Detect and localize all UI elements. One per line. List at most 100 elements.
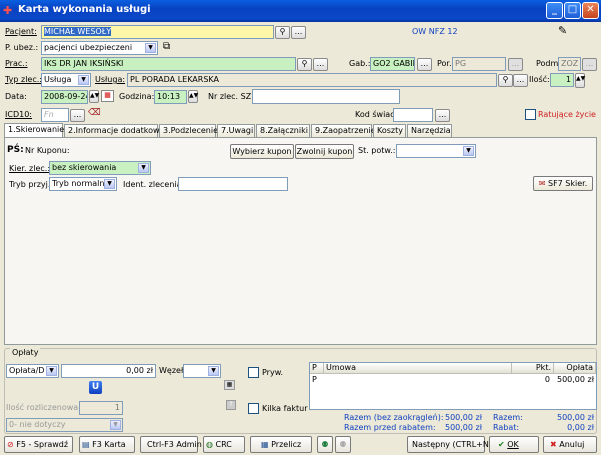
tab-zalaczniki[interactable]: 8.Załączniki — [256, 124, 310, 137]
oplata-kwota-field[interactable]: 0,00 zł — [61, 364, 156, 378]
por-dots-button[interactable]: ... — [508, 58, 523, 71]
data-spinner[interactable]: ▲▼ — [89, 90, 99, 103]
icd-field[interactable]: Fn — [41, 108, 69, 122]
title-bar: ✚ Karta wykonania usługi _ □ ✕ — [0, 0, 601, 22]
f3-karta-button[interactable]: ▤ F3 Karta — [79, 436, 135, 453]
prac-dots-button[interactable]: ... — [313, 58, 328, 71]
usluga-search-icon[interactable]: ⚲ — [498, 74, 513, 87]
nrkuponu-label: Nr Kuponu: — [25, 146, 70, 155]
rabat-label: Rabat: — [493, 423, 520, 432]
chevron-down-icon: ▼ — [78, 75, 89, 85]
kilka-faktur-label: Kilka faktur — [262, 404, 308, 413]
oplata-type-select[interactable]: Opłata/D ▼ — [6, 364, 59, 378]
grid-cell-p: P — [312, 375, 317, 384]
razem-przed-label: Razem przed rabatem: — [344, 423, 436, 432]
nrzlec-field[interactable] — [252, 89, 400, 104]
pacjent-field[interactable]: MICHAŁ WESOŁY — [41, 25, 274, 39]
grid-header-umowa[interactable]: Umowa — [324, 363, 512, 374]
wezel-label: Węzeł: — [159, 366, 186, 375]
nastepny-button[interactable]: Następny (CTRL+N) — [407, 436, 492, 453]
f5-sprawdz-button[interactable]: ⊘ F5 - Sprawdź — [4, 436, 73, 453]
close-button[interactable]: ✕ — [582, 2, 599, 19]
zwolnij-kupon-button[interactable]: Zwolnij kupon — [295, 144, 354, 159]
edit-note-icon[interactable]: ✎ — [558, 24, 567, 37]
table-row[interactable]: P 0 500,00 zł — [310, 374, 596, 384]
stop-icon: ⊘ — [7, 440, 14, 449]
add-user-button[interactable]: ⚉ — [317, 436, 333, 453]
ratujace-checkbox[interactable] — [525, 109, 536, 120]
razem-przed-value: 500,00 zł — [444, 423, 482, 432]
calendar-icon[interactable]: ▦ — [101, 90, 114, 102]
usluga-field[interactable]: PL PORADA LEKARSKA — [127, 73, 497, 87]
por-label: Por. — [437, 59, 452, 68]
pacjent-label: Pacjent: — [5, 27, 37, 36]
icd-dots-button[interactable]: ... — [70, 109, 85, 122]
maximize-button[interactable]: □ — [564, 2, 581, 19]
stpotw-select[interactable]: ▼ — [396, 144, 476, 158]
pacjent-dots-button[interactable]: ... — [291, 26, 306, 39]
copy-icon[interactable]: ⧉ — [163, 41, 170, 52]
chevron-down-icon: ▼ — [104, 179, 115, 189]
kier-select[interactable]: bez skierowania ▼ — [49, 161, 151, 175]
usluga-label: Usługa: — [95, 75, 126, 84]
chevron-down-icon: ▼ — [110, 420, 121, 430]
gab-dots-button[interactable]: ... — [417, 58, 432, 71]
checkmark-icon: ✔ — [498, 440, 505, 449]
kier-label: Kier. zlec.: — [9, 164, 51, 173]
chevron-down-icon: ▼ — [208, 366, 219, 376]
prac-field[interactable]: IKS DR JAN IKSIŃSKI — [41, 57, 296, 71]
typ-select[interactable]: Usługa ▼ — [41, 73, 91, 87]
grid-header-oplata[interactable]: Opłata — [554, 363, 596, 374]
tab-informacje[interactable]: 2.Informacje dodatkowe — [64, 124, 165, 137]
ilosc-label: Ilość: — [529, 75, 550, 84]
gab-field[interactable]: GO2 GABIN — [370, 57, 415, 71]
u-button[interactable]: U — [89, 381, 102, 394]
wybierz-kupon-button[interactable]: Wybierz kupon — [230, 144, 294, 159]
tab-koszty[interactable]: Koszty — [373, 124, 406, 137]
rabat-value: 0,00 zł — [567, 423, 594, 432]
pubezp-select[interactable]: pacjenci ubezpieczeni ▼ — [41, 41, 158, 55]
calculator-icon[interactable]: ▦ — [224, 380, 235, 390]
godzina-field[interactable]: 10:13 — [154, 90, 187, 104]
usluga-dots-button[interactable]: ... — [513, 74, 528, 87]
help-icon[interactable]: ? — [226, 400, 236, 410]
podm-field[interactable]: ZOZ — [558, 57, 581, 71]
ratujace-label: Ratujące życie — [538, 110, 596, 119]
tab-podzlecenie[interactable]: 3.Podzlecenie — [159, 124, 218, 137]
stpotw-label: St. potw.: — [358, 146, 396, 155]
ctrl-f3-admin-button[interactable]: Ctrl-F3 Admin — [140, 436, 202, 453]
por-field[interactable]: PG — [452, 57, 506, 71]
tab-skierowanie[interactable]: 1.Skierowanie — [4, 123, 64, 138]
tab-zaopatrzenie[interactable]: 9.Zaopatrzenie — [311, 124, 376, 137]
grid-header-p[interactable]: P — [310, 363, 324, 374]
tab-panel-skierowanie: PŚ: Nr Kuponu: Wybierz kupon Zwolnij kup… — [4, 137, 597, 345]
ilosc-spinner[interactable]: ▲▼ — [575, 73, 585, 88]
podm-dots-button[interactable]: ... — [582, 58, 597, 71]
minimize-button[interactable]: _ — [546, 2, 563, 19]
godzina-spinner[interactable]: ▲▼ — [188, 90, 198, 103]
prywatnie-checkbox[interactable] — [248, 367, 259, 378]
prac-search-icon[interactable]: ⚲ — [297, 58, 312, 71]
pubezp-label: P. ubez.: — [5, 43, 39, 52]
wezel-select[interactable]: ▼ — [183, 364, 221, 378]
kodswiad-field[interactable] — [393, 108, 433, 122]
sf7-skier-button[interactable]: ✉ SF7 Skier. — [533, 176, 593, 191]
tryb-select[interactable]: Tryb normalny ▼ — [49, 177, 117, 191]
ident-field[interactable] — [178, 177, 288, 191]
grid-header-pkt[interactable]: Pkt. — [512, 363, 554, 374]
ilosc-field[interactable]: 1 — [550, 73, 574, 87]
ps-label: PŚ: — [7, 145, 24, 155]
data-field[interactable]: 2008-09-24 — [41, 90, 88, 104]
tab-narzedzia[interactable]: Narzędzia — [407, 124, 452, 137]
remove-user-button[interactable]: ⚉ — [335, 436, 351, 453]
crc-button[interactable]: ◍ CRC — [203, 436, 245, 453]
kilka-faktur-checkbox[interactable] — [248, 403, 259, 414]
przelicz-button[interactable]: ▦ Przelicz — [250, 436, 312, 453]
eraser-icon[interactable]: ⌫ — [88, 108, 101, 118]
cancel-icon: ✖ — [550, 440, 557, 449]
kodswiad-dots-button[interactable]: ... — [435, 109, 450, 122]
ok-button[interactable]: ✔ OK — [489, 436, 539, 453]
patient-search-icon[interactable]: ⚲ — [275, 26, 290, 39]
tab-uwagi[interactable]: 7.Uwagi — [217, 124, 255, 137]
anuluj-button[interactable]: ✖ Anuluj — [543, 436, 597, 453]
